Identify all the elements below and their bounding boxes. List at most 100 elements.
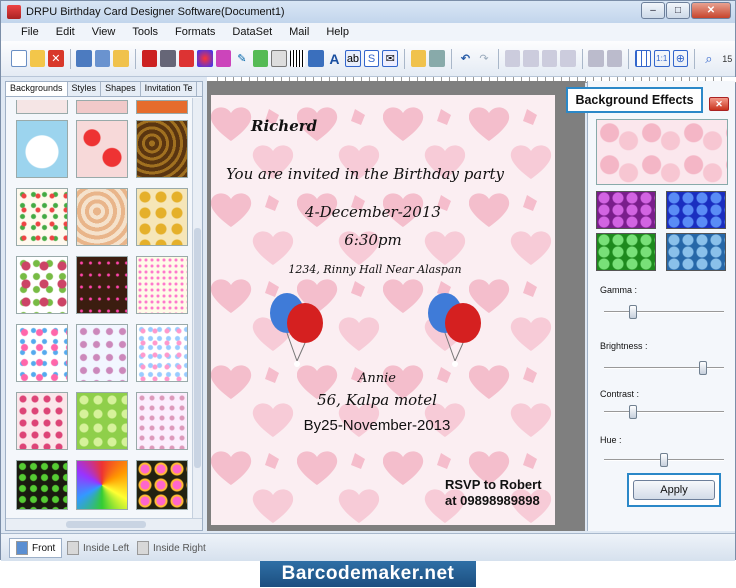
menu-help[interactable]: Help [318, 26, 358, 38]
hue-knob[interactable] [660, 453, 668, 467]
rectangle-icon[interactable] [178, 50, 195, 67]
print-preview-icon[interactable] [141, 50, 158, 67]
new-icon[interactable] [11, 50, 27, 67]
card-address[interactable]: 1234, Rinny Hall Near Alaspan [211, 263, 547, 276]
bg-thumb-12[interactable] [136, 256, 188, 314]
tab-shapes[interactable]: Shapes [101, 82, 141, 96]
bg-thumb-20[interactable] [76, 460, 128, 510]
close-button[interactable]: ✕ [691, 2, 731, 19]
tab-invitation-text[interactable]: Invitation Te [141, 82, 198, 96]
word-art-icon[interactable]: ab [345, 50, 361, 67]
zoom-level[interactable]: 15 [720, 50, 735, 67]
open-icon[interactable] [29, 50, 46, 67]
delete-icon[interactable] [560, 50, 576, 67]
bg-thumb-16[interactable] [16, 392, 68, 450]
copy-icon[interactable] [523, 50, 539, 67]
effect-swatch-steelblue[interactable] [666, 233, 726, 271]
database-icon[interactable] [410, 50, 427, 67]
bg-thumb-3[interactable] [136, 100, 188, 114]
bg-thumb-15[interactable] [136, 324, 188, 382]
mail-icon[interactable]: ✉ [382, 50, 399, 67]
brightness-slider[interactable] [604, 361, 724, 375]
bg-thumb-4[interactable] [16, 120, 68, 178]
maximize-button[interactable]: □ [666, 2, 690, 19]
menu-tools[interactable]: Tools [124, 26, 167, 38]
fit-icon[interactable]: ⊕ [672, 50, 689, 67]
bg-thumb-6[interactable] [136, 120, 188, 178]
card-rsvp[interactable]: RSVP to Robert [445, 477, 542, 492]
bg-thumb-11[interactable] [76, 256, 128, 314]
page-tab-inside-left[interactable]: Inside Left [67, 538, 129, 558]
barcode-icon[interactable] [289, 50, 306, 67]
menu-mail[interactable]: Mail [281, 26, 318, 38]
gamma-slider[interactable] [604, 305, 724, 319]
card-by-date[interactable]: By25-November-2013 [211, 417, 549, 434]
bg-thumb-9[interactable] [136, 188, 188, 246]
page-tab-front[interactable]: Front [9, 538, 63, 558]
color-icon[interactable] [197, 50, 213, 67]
bg-thumb-8[interactable] [76, 188, 128, 246]
image-icon[interactable] [252, 50, 269, 67]
menu-formats[interactable]: Formats [167, 26, 224, 38]
thumbnail-scrollbar[interactable] [192, 98, 202, 518]
menu-dataset[interactable]: DataSet [224, 26, 281, 38]
apply-button[interactable]: Apply [633, 480, 715, 500]
actual-size-icon[interactable]: 1:1 [653, 50, 670, 67]
panel-close-icon[interactable]: ✕ [709, 97, 729, 111]
brightness-knob[interactable] [699, 361, 708, 375]
signature-icon[interactable]: S [363, 50, 380, 67]
picture-icon[interactable] [308, 50, 324, 67]
table-icon[interactable] [271, 50, 287, 67]
undo-icon[interactable]: ↶ [458, 50, 473, 67]
card-invite-text[interactable]: You are invited in the Birthday party [211, 165, 537, 183]
hue-slider[interactable] [604, 453, 724, 467]
card-host[interactable]: Annie [211, 371, 549, 386]
thumbnail-hscrollbar[interactable] [6, 518, 202, 530]
bg-thumb-18[interactable] [136, 392, 188, 450]
paste-icon[interactable] [541, 50, 558, 67]
card-venue[interactable]: 56, Kalpa motel [211, 391, 549, 409]
menu-edit[interactable]: Edit [48, 26, 84, 38]
card-name[interactable]: Richerd [251, 117, 317, 135]
close-doc-icon[interactable]: ✕ [48, 50, 64, 67]
bg-thumb-19[interactable] [16, 460, 68, 510]
bg-thumb-1[interactable] [16, 100, 68, 114]
tab-backgrounds[interactable]: Backgrounds [6, 82, 68, 96]
zoom-icon[interactable]: ⌕ [701, 50, 716, 67]
text-icon[interactable]: A [327, 50, 342, 67]
bg-thumb-21[interactable] [136, 460, 188, 510]
export-icon[interactable] [113, 50, 129, 67]
gamma-knob[interactable] [628, 305, 637, 319]
redo-icon[interactable]: ↷ [476, 50, 491, 67]
bg-thumb-2[interactable] [76, 100, 128, 114]
card-front[interactable]: Richerd You are invited in the Birthday … [211, 95, 555, 525]
tab-styles[interactable]: Styles [68, 82, 102, 96]
balloons-right-icon[interactable] [425, 291, 489, 371]
cut-icon[interactable] [504, 50, 521, 67]
bring-front-icon[interactable] [588, 50, 604, 67]
minimize-button[interactable]: – [641, 2, 665, 19]
effect-swatch-purple[interactable] [596, 191, 656, 229]
contrast-slider[interactable] [604, 405, 724, 419]
bg-thumb-5[interactable] [76, 120, 128, 178]
save-icon[interactable] [76, 50, 92, 67]
bg-thumb-17[interactable] [76, 392, 128, 450]
bg-thumb-7[interactable] [16, 188, 68, 246]
bg-thumb-14[interactable] [76, 324, 128, 382]
shape-icon[interactable] [215, 50, 232, 67]
dataset-icon[interactable] [429, 50, 445, 67]
effect-swatch-green[interactable] [596, 233, 656, 271]
effect-swatch-blue[interactable] [666, 191, 726, 229]
pencil-icon[interactable]: ✎ [234, 50, 249, 67]
card-phone[interactable]: at 09898989898 [445, 493, 540, 508]
page-tab-inside-right[interactable]: Inside Right [137, 538, 206, 558]
print-icon[interactable] [160, 50, 176, 67]
grid-icon[interactable] [635, 50, 651, 67]
bg-thumb-10[interactable] [16, 256, 68, 314]
bg-thumb-13[interactable] [16, 324, 68, 382]
contrast-knob[interactable] [628, 405, 637, 419]
send-back-icon[interactable] [606, 50, 623, 67]
menu-view[interactable]: View [84, 26, 125, 38]
balloons-left-icon[interactable] [267, 291, 331, 371]
menu-file[interactable]: File [13, 26, 48, 38]
